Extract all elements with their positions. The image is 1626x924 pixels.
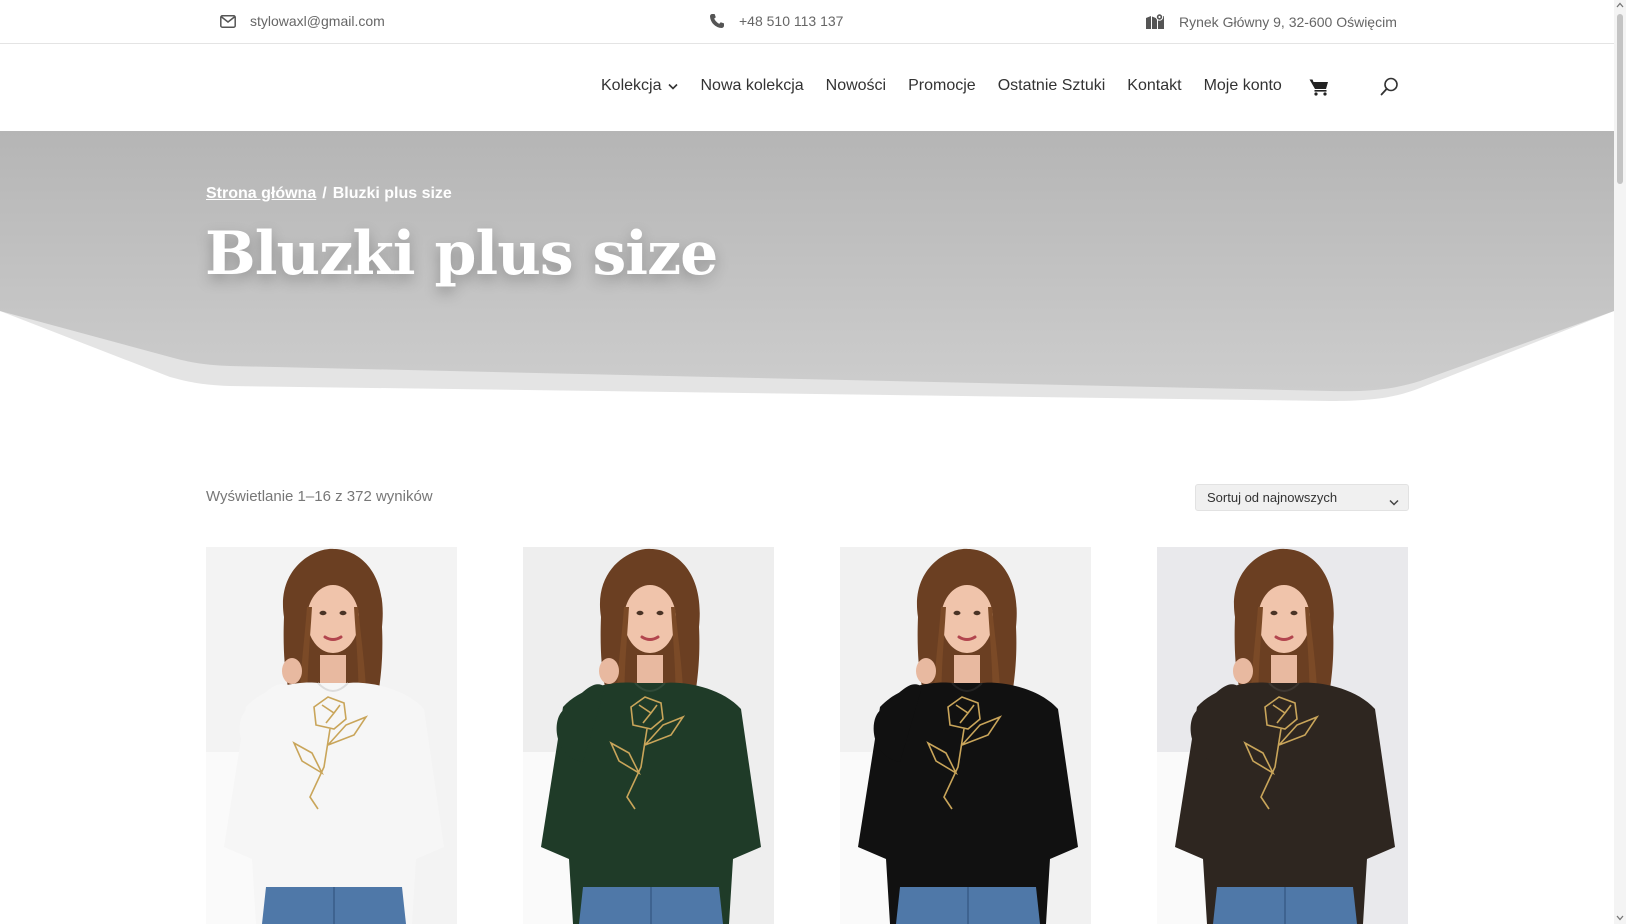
- scroll-up-icon[interactable]: [1616, 2, 1624, 8]
- address-info: Rynek Główny 9, 32-600 Oświęcim: [1145, 13, 1397, 30]
- nav-item-nowosci[interactable]: Nowości: [826, 77, 886, 95]
- cart-icon[interactable]: [1309, 78, 1329, 101]
- sort-dropdown[interactable]: Sortuj od najnowszych: [1195, 484, 1409, 511]
- main-header: Kolekcja Nowa kolekcja Nowości Promocje …: [0, 44, 1614, 131]
- sort-selected-value[interactable]: Sortuj od najnowszych: [1207, 490, 1337, 505]
- scrollbar-thumb[interactable]: [1617, 14, 1623, 184]
- top-info-bar: stylowaxl@gmail.com +48 510 113 137 Ryne…: [0, 0, 1614, 44]
- phone-text[interactable]: +48 510 113 137: [739, 13, 843, 29]
- product-image[interactable]: [523, 547, 774, 924]
- nav-label[interactable]: Nowa kolekcja: [700, 77, 803, 95]
- nav-label[interactable]: Kolekcja: [601, 77, 661, 95]
- address-text: Rynek Główny 9, 32-600 Oświęcim: [1179, 13, 1397, 30]
- nav-item-kontakt[interactable]: Kontakt: [1127, 77, 1181, 95]
- envelope-icon: [220, 14, 236, 28]
- product-image[interactable]: [840, 547, 1091, 924]
- nav-label[interactable]: Nowości: [826, 77, 886, 95]
- chevron-down-icon: [668, 77, 679, 95]
- product-card[interactable]: [1157, 547, 1408, 924]
- search-icon[interactable]: [1380, 77, 1399, 101]
- breadcrumb-home-link[interactable]: Strona główna: [206, 185, 316, 202]
- phone-icon: [710, 14, 724, 28]
- email-info[interactable]: stylowaxl@gmail.com: [220, 13, 385, 29]
- nav-label[interactable]: Kontakt: [1127, 77, 1181, 95]
- chevron-down-icon: [1389, 494, 1399, 509]
- product-card[interactable]: [840, 547, 1091, 924]
- nav-item-promocje[interactable]: Promocje: [908, 77, 976, 95]
- product-card[interactable]: [523, 547, 774, 924]
- main-nav: Kolekcja Nowa kolekcja Nowości Promocje …: [601, 77, 1304, 95]
- product-card[interactable]: [206, 547, 457, 924]
- page-title: Bluzki plus size: [205, 219, 718, 289]
- phone-info[interactable]: +48 510 113 137: [709, 13, 843, 29]
- email-text[interactable]: stylowaxl@gmail.com: [250, 13, 385, 29]
- nav-item-nowa-kolekcja[interactable]: Nowa kolekcja: [700, 77, 803, 95]
- nav-item-ostatnie-sztuki[interactable]: Ostatnie Sztuki: [998, 77, 1106, 95]
- map-icon: [1146, 13, 1164, 29]
- nav-label[interactable]: Ostatnie Sztuki: [998, 77, 1106, 95]
- breadcrumb-current: Bluzki plus size: [332, 185, 452, 202]
- results-count: Wyświetlanie 1–16 z 372 wyników: [206, 488, 433, 505]
- scroll-down-icon[interactable]: [1616, 915, 1624, 921]
- nav-item-moje-konto[interactable]: Moje konto: [1204, 77, 1282, 95]
- product-image[interactable]: [1157, 547, 1408, 924]
- breadcrumb: Strona główna / Bluzki plus size: [206, 185, 452, 203]
- page-hero: Strona główna / Bluzki plus size Bluzki pl…: [0, 131, 1614, 411]
- nav-label[interactable]: Moje konto: [1204, 77, 1282, 95]
- breadcrumb-separator: /: [322, 185, 327, 202]
- page-scrollbar[interactable]: [1614, 0, 1626, 924]
- nav-label[interactable]: Promocje: [908, 77, 976, 95]
- nav-item-kolekcja[interactable]: Kolekcja: [601, 77, 679, 95]
- product-image[interactable]: [206, 547, 457, 924]
